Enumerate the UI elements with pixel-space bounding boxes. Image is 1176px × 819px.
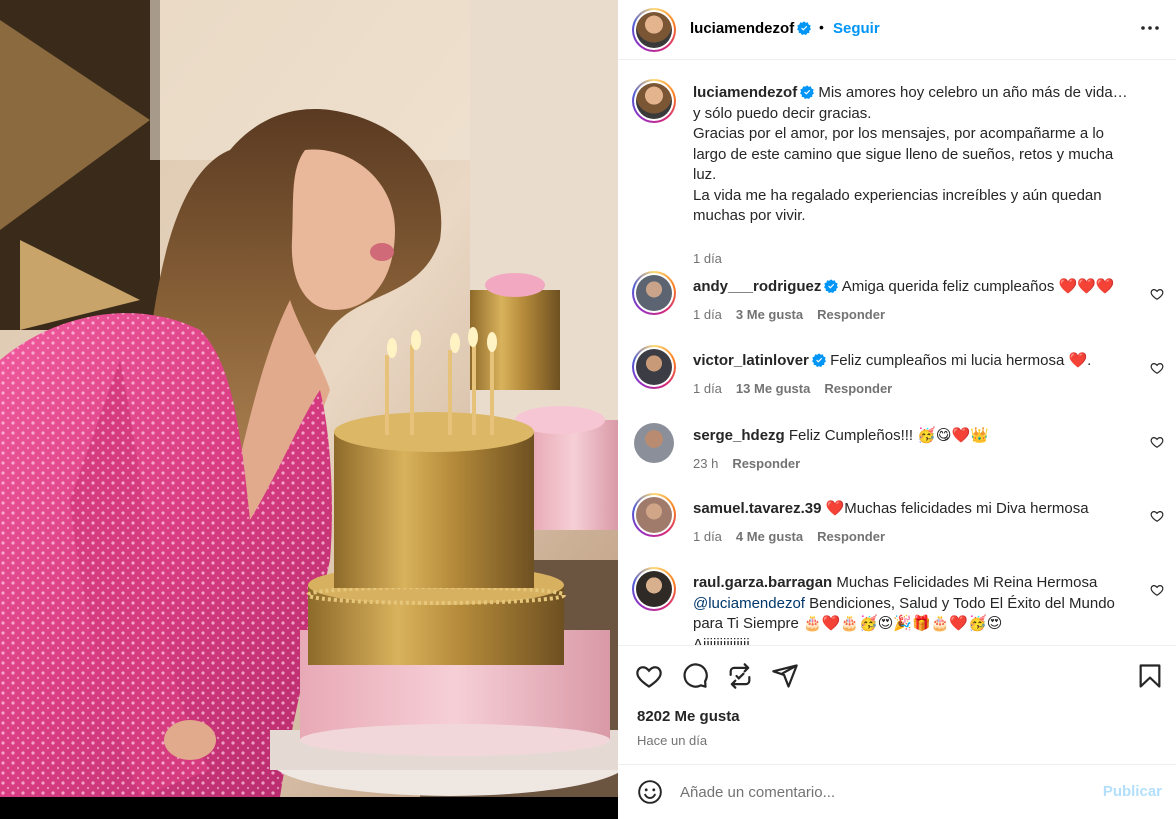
comment-body: Amiga querida feliz cumpleaños ❤️❤️❤️ <box>841 278 1115 295</box>
like-count[interactable]: 8202 Me gusta <box>637 708 740 725</box>
comment-row: samuel.tavarez.39 ❤️Muchas felicidades m… <box>618 493 1176 553</box>
commenter-username[interactable]: samuel.tavarez.39 <box>693 500 821 517</box>
commenter-username[interactable]: serge_hdezg <box>693 427 785 444</box>
caption-line: Gracias por el amor, por los mensajes, p… <box>693 125 1105 142</box>
more-options-icon[interactable] <box>1138 16 1162 40</box>
comment-composer: Publicar <box>618 764 1176 819</box>
comment-text: serge_hdezg Feliz Cumpleños!!! 🥳😋❤️👑 <box>693 426 1134 447</box>
commenter-avatar[interactable] <box>634 423 674 463</box>
verified-badge-icon <box>811 353 826 367</box>
caption-line: y sólo puedo decir gracias. <box>693 104 872 122</box>
post-header: luciamendezof • Seguir <box>618 0 1176 60</box>
comment-row: raul.garza.barragan Muchas Felicidades M… <box>618 567 1176 645</box>
reply-button[interactable]: Responder <box>824 381 892 396</box>
comment-body: Aiiiiiiiiiiiiii <box>693 635 750 646</box>
caption-text: luciamendezof Mis amores hoy celebro un … <box>693 83 1134 227</box>
reply-button[interactable]: Responder <box>817 529 885 544</box>
commenter-avatar[interactable] <box>632 345 676 389</box>
reply-button[interactable]: Responder <box>817 307 885 322</box>
comment-body: Feliz Cumpleños!!! 🥳😋❤️👑 <box>788 427 989 444</box>
comment-row: andy___rodriguez Amiga querida feliz cum… <box>618 271 1176 331</box>
caption-avatar[interactable] <box>632 79 676 123</box>
commenter-avatar[interactable] <box>632 271 676 315</box>
post-caption: luciamendezof Mis amores hoy celebro un … <box>618 79 1176 266</box>
commenter-avatar[interactable] <box>632 493 676 537</box>
verified-badge-icon <box>797 21 812 35</box>
like-comment-heart-icon[interactable] <box>1150 361 1164 375</box>
caption-line: La vida me ha regalado experiencias incr… <box>693 186 1102 204</box>
comment-icon[interactable] <box>681 662 709 690</box>
comment-meta: 23 h Responder <box>693 456 814 471</box>
comment-meta: 1 día 13 Me gusta Responder <box>693 381 906 396</box>
commenter-username[interactable]: andy___rodriguez <box>693 278 821 295</box>
comment-likes[interactable]: 4 Me gusta <box>736 529 803 544</box>
comment-body: ❤️Muchas felicidades mi Diva hermosa <box>825 500 1089 517</box>
verified-badge-icon <box>800 85 815 99</box>
post-panel: luciamendezof • Seguir luciamendezof Mis… <box>618 0 1176 819</box>
comment-text: samuel.tavarez.39 ❤️Muchas felicidades m… <box>693 499 1134 520</box>
comment-meta: 1 día 3 Me gusta Responder <box>693 307 899 322</box>
like-comment-heart-icon[interactable] <box>1150 583 1164 597</box>
repost-icon[interactable] <box>726 662 754 690</box>
comment-body: para Ti Siempre 🎂❤️🎂🥳😍🎉🎁🎂❤️🥳😍 <box>693 615 1003 632</box>
like-comment-heart-icon[interactable] <box>1150 509 1164 523</box>
caption-meta: 1 día <box>693 251 736 266</box>
emoji-icon[interactable] <box>637 779 663 805</box>
comment-meta: 1 día 4 Me gusta Responder <box>693 529 899 544</box>
heart-icon[interactable] <box>635 662 663 690</box>
comment-time[interactable]: 23 h <box>693 456 718 471</box>
comment-likes[interactable]: 13 Me gusta <box>736 381 810 396</box>
comment-likes[interactable]: 3 Me gusta <box>736 307 803 322</box>
send-icon[interactable] <box>771 662 799 690</box>
comment-body: Feliz cumpleaños mi lucia hermosa ❤️. <box>830 352 1092 369</box>
reply-button[interactable]: Responder <box>732 456 800 471</box>
comment-input[interactable] <box>680 779 1080 805</box>
post-timestamp[interactable]: Hace un día <box>637 733 707 748</box>
comment-row: serge_hdezg Feliz Cumpleños!!! 🥳😋❤️👑 23 … <box>618 421 1176 481</box>
comment-text: victor_latinlover Feliz cumpleaños mi lu… <box>693 351 1134 372</box>
like-comment-heart-icon[interactable] <box>1150 435 1164 449</box>
comment-time[interactable]: 1 día <box>693 307 722 322</box>
caption-username[interactable]: luciamendezof <box>693 84 797 101</box>
instagram-post: luciamendezof • Seguir luciamendezof Mis… <box>0 0 1176 819</box>
post-media[interactable] <box>0 0 618 819</box>
follow-button[interactable]: Seguir <box>833 20 880 37</box>
caption-time[interactable]: 1 día <box>693 251 722 266</box>
publish-button[interactable]: Publicar <box>1103 783 1162 800</box>
caption-line: largo de este camino que sigue lleno de … <box>693 145 1114 163</box>
comment-text: raul.garza.barragan Muchas Felicidades M… <box>693 573 1134 645</box>
comment-time[interactable]: 1 día <box>693 529 722 544</box>
comment-row: victor_latinlover Feliz cumpleaños mi lu… <box>618 345 1176 405</box>
author-avatar[interactable] <box>632 8 676 52</box>
comment-body: Muchas Felicidades Mi Reina Hermosa <box>836 574 1098 591</box>
mention-link[interactable]: @luciamendezof <box>693 595 805 612</box>
comment-body: Bendiciones, Salud y Todo El Éxito del M… <box>809 594 1115 612</box>
bookmark-icon[interactable] <box>1136 662 1164 690</box>
caption-line: Mis amores hoy celebro un año más de vid… <box>818 84 1128 101</box>
verified-badge-icon <box>824 279 839 293</box>
commenter-username[interactable]: raul.garza.barragan <box>693 574 832 591</box>
post-photo <box>0 0 618 797</box>
comment-text: andy___rodriguez Amiga querida feliz cum… <box>693 277 1134 298</box>
like-comment-heart-icon[interactable] <box>1150 287 1164 301</box>
commenter-avatar[interactable] <box>632 567 676 611</box>
caption-line: muchas por vivir. <box>693 207 806 224</box>
author-username[interactable]: luciamendezof <box>690 20 812 37</box>
caption-line: luz. <box>693 166 717 183</box>
separator-dot: • <box>819 19 824 35</box>
commenter-username[interactable]: victor_latinlover <box>693 352 809 369</box>
comments-list[interactable]: luciamendezof Mis amores hoy celebro un … <box>618 61 1176 645</box>
comment-time[interactable]: 1 día <box>693 381 722 396</box>
